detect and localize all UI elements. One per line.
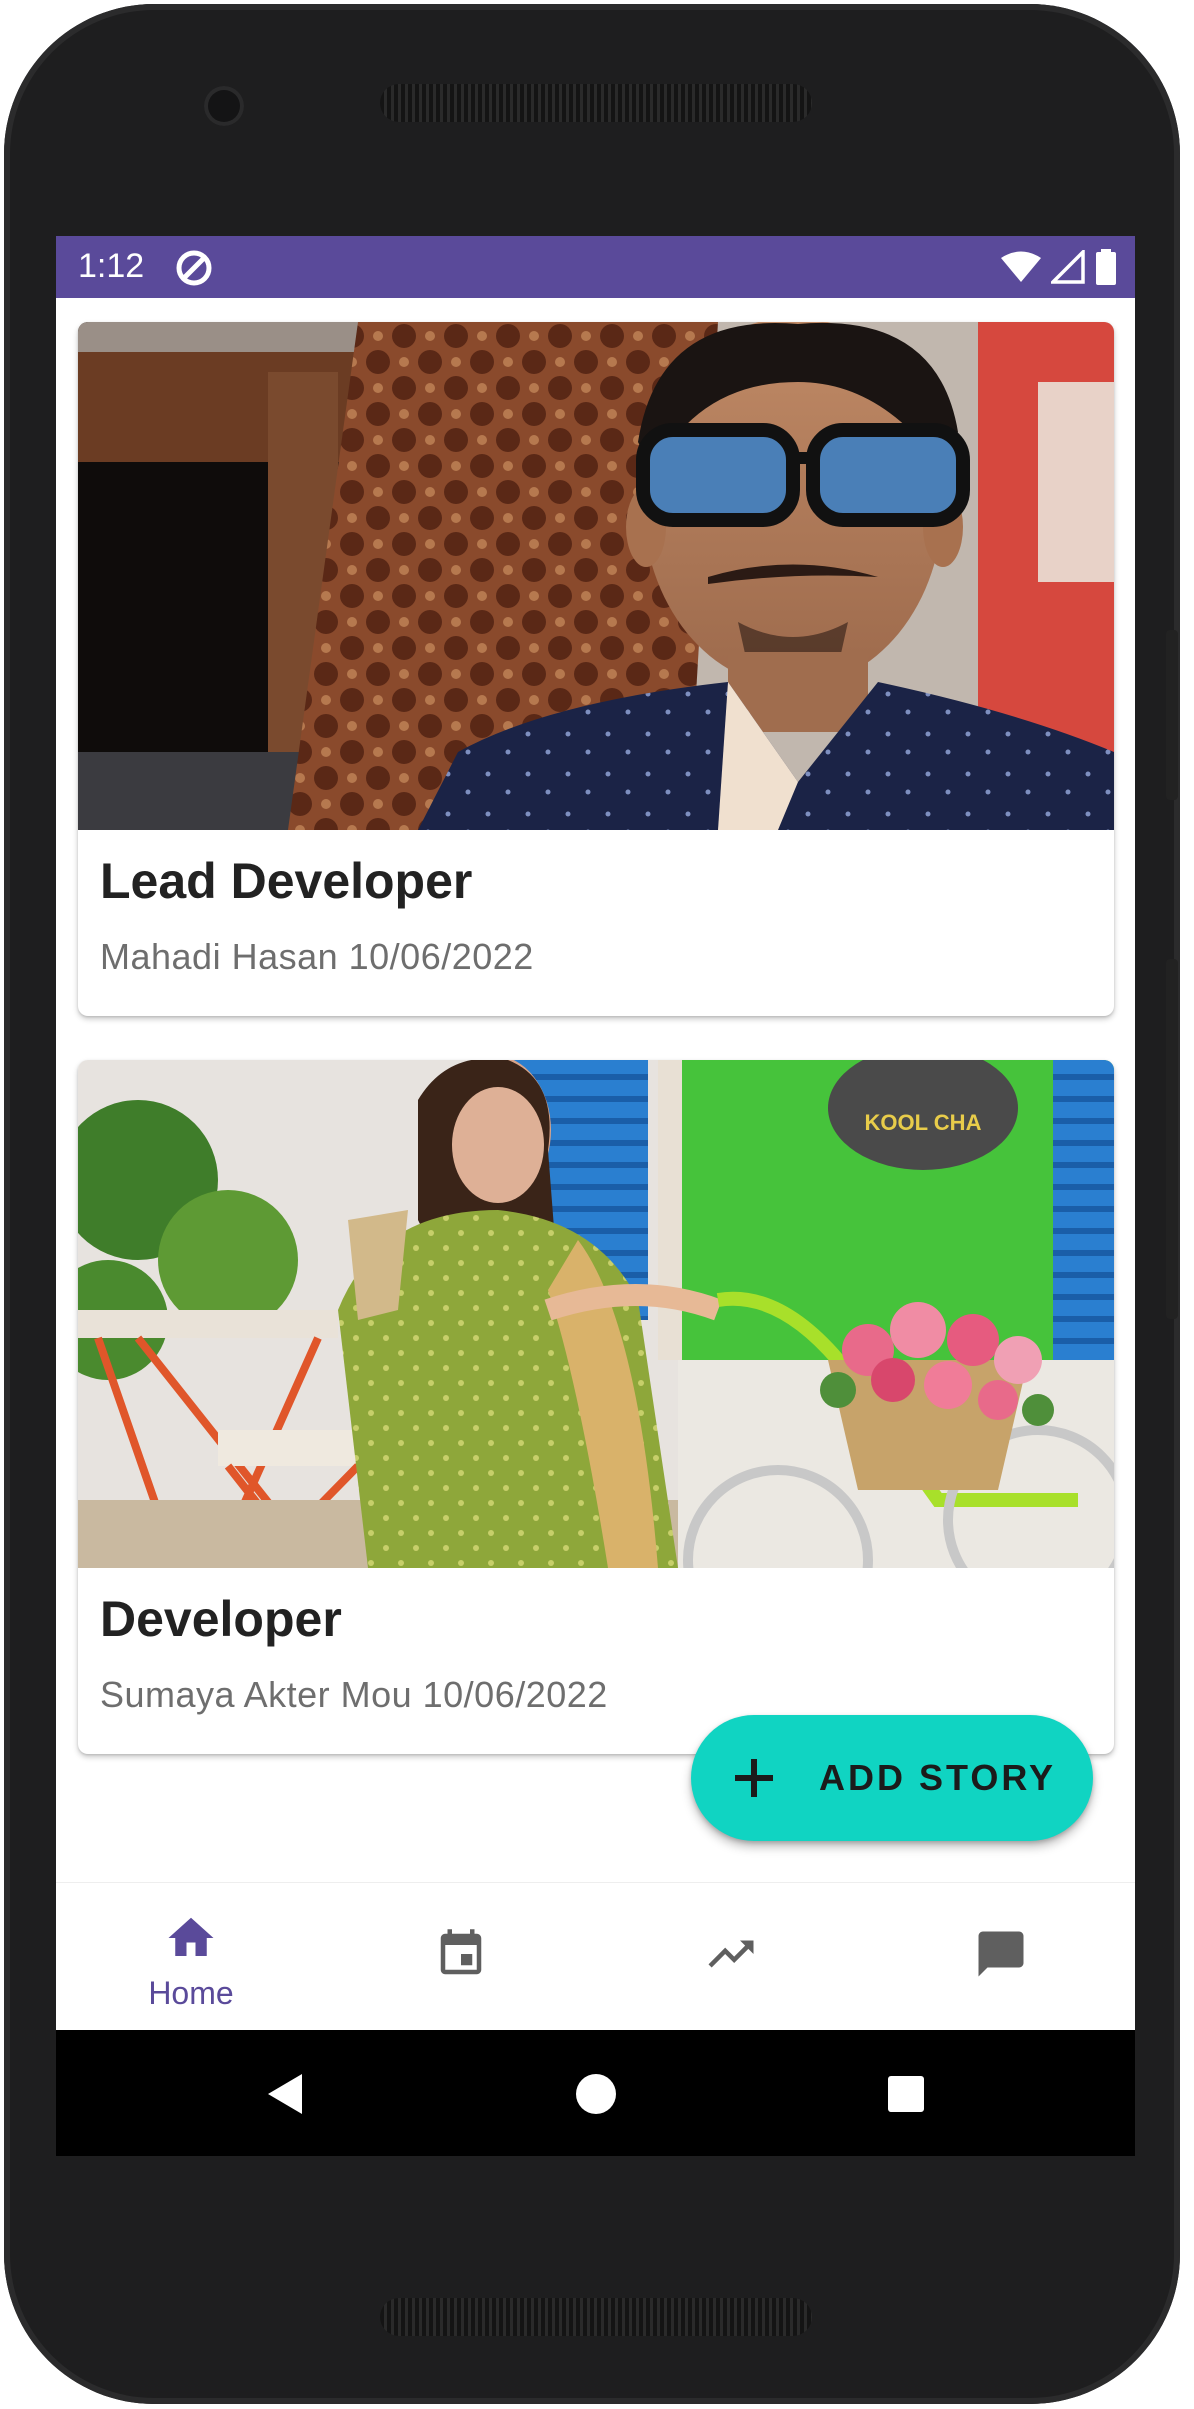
story-title: Developer: [100, 1591, 342, 1647]
story-meta: Sumaya Akter Mou 10/06/2022: [100, 1674, 608, 1715]
back-icon[interactable]: [262, 2070, 310, 2118]
nav-item-trending[interactable]: [596, 1883, 866, 2031]
phone-frame: 1:12 Lead Developer Mahadi Hasan 10/06/2…: [4, 4, 1180, 2404]
front-camera: [204, 86, 244, 126]
top-speaker: [380, 84, 812, 122]
power-button: [1166, 959, 1178, 1319]
status-bar: 1:12: [56, 236, 1135, 298]
calendar-icon: [440, 1929, 482, 1975]
plus-icon: [735, 1759, 773, 1797]
photo-sign-text: KOOL CHA: [865, 1110, 982, 1135]
system-navigation-bar: [56, 2030, 1135, 2156]
home-icon: [168, 1917, 214, 1956]
story-photo: [78, 322, 1114, 830]
story-meta: Mahadi Hasan 10/06/2022: [100, 936, 534, 977]
trending-up-icon: [708, 1940, 754, 1968]
status-icons: [1001, 249, 1117, 285]
chat-icon: [978, 1931, 1024, 1977]
volume-button: [1166, 630, 1178, 800]
cell-signal-icon: [1051, 250, 1085, 284]
app-screen: 1:12 Lead Developer Mahadi Hasan 10/06/2…: [56, 236, 1135, 2156]
recents-icon[interactable]: [882, 2070, 930, 2118]
wifi-icon: [1001, 251, 1041, 282]
nav-item-home[interactable]: Home: [56, 1883, 326, 2031]
story-card[interactable]: Lead Developer Mahadi Hasan 10/06/2022: [78, 322, 1114, 1016]
bottom-speaker: [380, 2298, 812, 2336]
status-time: 1:12: [78, 247, 145, 285]
nav-item-calendar[interactable]: [326, 1883, 596, 2031]
home-circle-icon[interactable]: [572, 2070, 620, 2118]
story-title: Lead Developer: [100, 853, 473, 909]
story-card[interactable]: KOOL CHA Developer Sumaya Akter Mou 10/0…: [78, 1060, 1114, 1754]
data-saver-icon: [176, 250, 212, 286]
nav-label-home: Home: [148, 1975, 234, 2011]
bottom-navigation: Home: [56, 1882, 1135, 2030]
add-story-label: ADD STORY: [819, 1757, 1057, 1798]
add-story-button[interactable]: ADD STORY: [691, 1715, 1093, 1841]
story-photo: KOOL CHA: [78, 1060, 1114, 1568]
battery-icon: [1096, 249, 1116, 285]
nav-item-chat[interactable]: [866, 1883, 1135, 2031]
